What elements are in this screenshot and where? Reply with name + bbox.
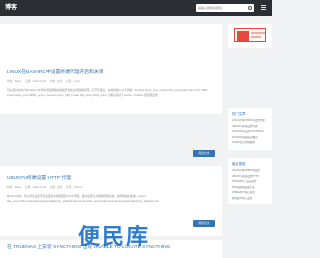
post-card: LINUX在BASHRC中设置终端代理开启和关闭 作者：Wujie 日期：202…: [0, 24, 222, 157]
sidebar-link[interactable]: 群晖套件中心设置: [232, 196, 270, 202]
post-author: 作者：Wujie: [7, 186, 22, 189]
read-more-button[interactable]: 阅读全文: [193, 150, 215, 157]
search-box[interactable]: [196, 4, 254, 12]
sidebar-link[interactable]: NGINX反向代理配置: [232, 140, 270, 146]
menu-icon[interactable]: [261, 5, 266, 11]
post-excerpt: 可以通过在用户的 bashrc 文件中添加函数来快速开启和关闭终端代理。打开文件…: [7, 89, 208, 97]
post-author: 作者：Wujie: [7, 80, 22, 83]
post-title[interactable]: LINUX在BASHRC中设置终端代理开启和关闭: [7, 68, 103, 75]
post-excerpt: 在Ubuntu中，可以通过设置环境变量来为终端配置HTTP代理。临时设置只对当前…: [7, 195, 159, 203]
sidebar-link[interactable]: LINUX在BASHRC中设置代理: [232, 118, 270, 124]
read-more-button[interactable]: 阅读全文: [193, 220, 215, 227]
post-date: 日期：2024-11-06: [24, 80, 46, 83]
top-bar: 博客: [0, 0, 272, 16]
sidebar-ad[interactable]: [228, 24, 272, 48]
post-title[interactable]: UBUNTU终端设置 HTTP 代理: [7, 174, 71, 181]
widget-title: 热门文章: [232, 112, 246, 116]
recent-posts-widget: 最近更新 LINUX在BASHRC中设置 UBUNTU终端设置HTTP TRUE…: [228, 158, 272, 204]
popular-posts-widget: 热门文章 LINUX在BASHRC中设置代理 UBUNTU终端设置代理 TRUE…: [228, 108, 272, 150]
post-meta: 作者：Wujie 日期：2024-11-04 分类：技术 标签：Ubuntu: [7, 185, 85, 189]
post-category[interactable]: 分类：技术: [50, 186, 63, 189]
search-input[interactable]: [198, 5, 246, 11]
ad-image[interactable]: [234, 28, 266, 42]
post-meta: 作者：Wujie 日期：2024-11-06 分类：技术 标签：Linux: [7, 79, 83, 83]
post-tag[interactable]: 标签：Linux: [66, 80, 80, 83]
watermark-banner: 便民库: [78, 224, 151, 249]
search-icon[interactable]: [248, 6, 252, 10]
post-tag[interactable]: 标签：Ubuntu: [66, 186, 82, 189]
post-date: 日期：2024-11-04: [24, 186, 46, 189]
post-category[interactable]: 分类：技术: [50, 80, 63, 83]
widget-title: 最近更新: [232, 162, 246, 166]
site-logo[interactable]: 博客: [5, 4, 19, 12]
